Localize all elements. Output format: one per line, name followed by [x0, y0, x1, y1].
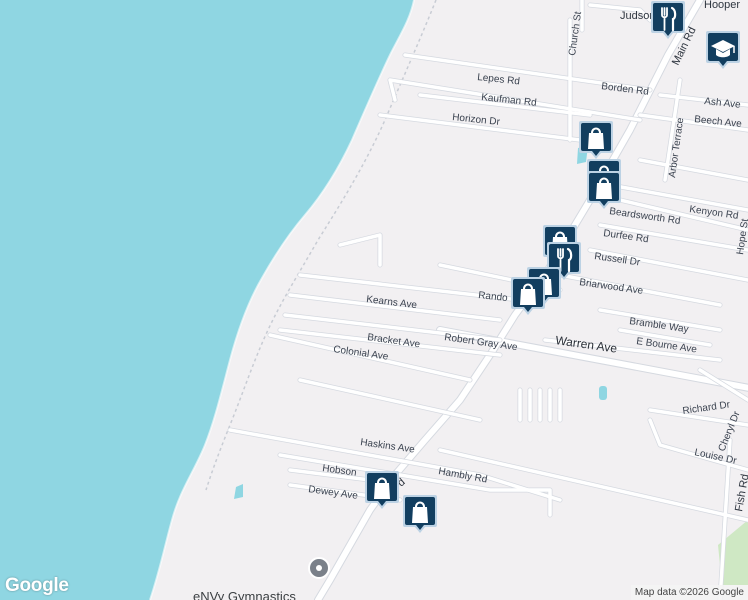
poi-marker-shopping[interactable] — [578, 120, 614, 160]
poi-marker-shopping[interactable] — [586, 170, 622, 210]
map-attribution[interactable]: Map data ©2026 Google — [630, 585, 748, 600]
google-logo[interactable]: Google — [5, 575, 69, 597]
poi-marker-shopping[interactable] — [364, 470, 400, 510]
poi-marker-school[interactable] — [705, 30, 741, 70]
road-label-hooper: Hooper — [704, 0, 740, 11]
poi-marker-shopping[interactable] — [510, 276, 546, 316]
place-label[interactable]: eNVy Gymnastics — [193, 589, 296, 600]
map-base-layer: Judson Hooper Church St Main Rd Lepes Rd… — [0, 0, 748, 600]
poi-marker-shopping[interactable] — [402, 494, 438, 534]
pond — [599, 386, 607, 400]
map-canvas[interactable]: Judson Hooper Church St Main Rd Lepes Rd… — [0, 0, 748, 600]
place-marker-icon[interactable] — [308, 557, 330, 579]
poi-marker-restaurant[interactable] — [650, 0, 686, 40]
